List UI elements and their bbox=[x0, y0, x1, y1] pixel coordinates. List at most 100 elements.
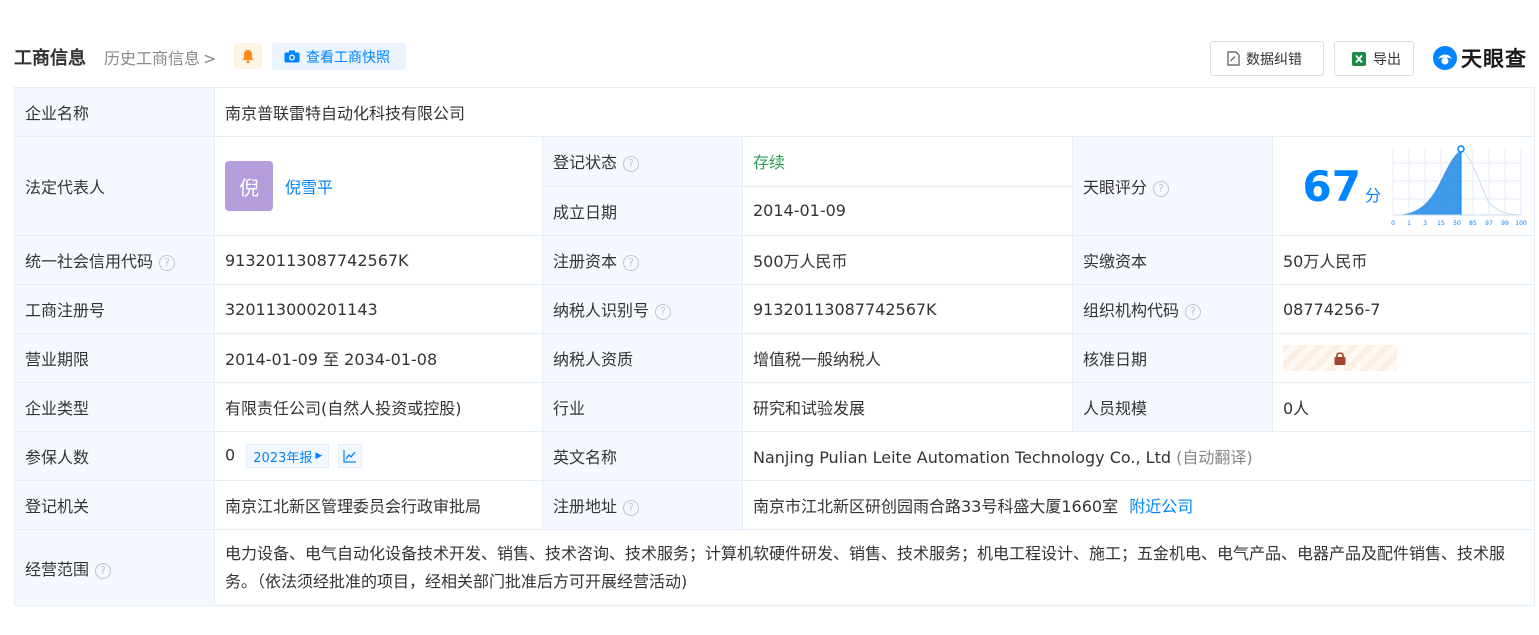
label-approval-date: 核准日期 bbox=[1072, 333, 1273, 383]
chevron-right-icon: > bbox=[203, 49, 217, 68]
label-company-type: 企业类型 bbox=[14, 382, 215, 432]
label-taxpayer-qual: 纳税人资质 bbox=[542, 333, 743, 383]
score-unit: 分 bbox=[1364, 185, 1381, 205]
value-found-date: 2014-01-09 bbox=[742, 185, 1073, 236]
excel-icon bbox=[1352, 51, 1366, 66]
auto-translate-note: (自动翻译) bbox=[1176, 448, 1253, 467]
help-icon[interactable]: ? bbox=[623, 255, 640, 271]
label-legal-rep: 法定代表人 bbox=[14, 136, 215, 236]
lock-icon bbox=[1334, 351, 1346, 365]
history-label: 历史工商信息 bbox=[104, 49, 201, 68]
label-credit-code: 统一社会信用代码? bbox=[14, 235, 215, 285]
export-button[interactable]: 导出 bbox=[1334, 41, 1414, 76]
table-row: 参保人数 0 2023年报 ▶ 英文名称 Nanjing Pulian Leite… bbox=[14, 431, 1535, 481]
help-icon[interactable]: ? bbox=[1153, 181, 1170, 197]
help-icon[interactable]: ? bbox=[623, 156, 640, 173]
tianyancha-logo-icon bbox=[1433, 46, 1457, 70]
nearby-companies-link[interactable]: 附近公司 bbox=[1129, 497, 1193, 516]
label-company-name: 企业名称 bbox=[14, 87, 215, 137]
reg-address-label-text: 注册地址 bbox=[553, 497, 618, 516]
avatar: 倪 bbox=[225, 161, 273, 211]
table-row: 经营范围? 电力设备、电气自动化设备技术开发、销售、技术咨询、技术服务；计算机软… bbox=[14, 529, 1535, 606]
score-number: 67 bbox=[1302, 161, 1361, 211]
help-icon[interactable]: ? bbox=[159, 255, 176, 271]
legal-rep-name-link[interactable]: 倪雪平 bbox=[285, 174, 333, 198]
value-approval-date bbox=[1272, 333, 1535, 383]
tick-label: 0 bbox=[1391, 220, 1395, 227]
value-insured: 0 bbox=[225, 445, 236, 465]
value-taxpayer-qual: 增值税一般纳税人 bbox=[742, 333, 1073, 383]
tick-label: 50 bbox=[1453, 220, 1461, 227]
locked-value[interactable] bbox=[1283, 345, 1397, 371]
table-row: 企业名称 南京普联雷特自动化科技有限公司 bbox=[14, 87, 1535, 137]
annual-report-label: 2023年报 bbox=[253, 450, 313, 466]
english-name-cell: Nanjing Pulian Leite Automation Technolo… bbox=[742, 431, 1535, 481]
data-fix-button[interactable]: 数据纠错 bbox=[1210, 41, 1324, 76]
value-credit-code: 91320113087742567K bbox=[214, 235, 543, 285]
value-org-code: 08774256-7 bbox=[1272, 284, 1535, 334]
value-reg-authority: 南京江北新区管理委员会行政审批局 bbox=[214, 480, 543, 530]
label-org-code: 组织机构代码? bbox=[1072, 284, 1273, 334]
trend-chart-button[interactable] bbox=[338, 444, 363, 468]
value-reg-no: 320113000201143 bbox=[214, 284, 543, 334]
label-reg-authority: 登记机关 bbox=[14, 480, 215, 530]
caret-right-icon: ▶ bbox=[315, 451, 323, 461]
help-icon[interactable]: ? bbox=[1185, 304, 1202, 320]
brand-name: 天眼查 bbox=[1461, 47, 1527, 71]
table-row: 工商注册号 320113000201143 纳税人识别号? 9132011308… bbox=[14, 284, 1535, 334]
bell-icon[interactable] bbox=[234, 43, 262, 69]
tick-label: 15 bbox=[1437, 220, 1445, 227]
brand-logo: 天眼查 bbox=[1432, 43, 1527, 73]
value-reg-capital: 500万人民币 bbox=[742, 235, 1073, 285]
value-paid-capital: 50万人民币 bbox=[1272, 235, 1535, 285]
label-paid-capital: 实缴资本 bbox=[1072, 235, 1273, 285]
snapshot-button[interactable]: 查看工商快照 bbox=[272, 43, 406, 70]
edit-doc-icon bbox=[1227, 51, 1240, 66]
label-industry: 行业 bbox=[542, 382, 743, 432]
value-company-type: 有限责任公司(自然人投资或控股) bbox=[214, 382, 543, 432]
line-chart-icon bbox=[343, 450, 357, 463]
label-english-name: 英文名称 bbox=[542, 431, 743, 481]
value-taxpayer-id: 91320113087742567K bbox=[742, 284, 1073, 334]
tick-label: 1 bbox=[1407, 220, 1411, 227]
value-staff-size: 0人 bbox=[1272, 382, 1535, 432]
tianyan-score-cell[interactable]: 67 分 0 1 3 15 50 85 97 99 100 bbox=[1272, 136, 1535, 236]
value-biz-scope: 电力设备、电气自动化设备技术开发、销售、技术咨询、技术服务；计算机软硬件研发、销… bbox=[214, 529, 1535, 606]
credit-code-label-text: 统一社会信用代码 bbox=[25, 252, 154, 271]
export-label: 导出 bbox=[1373, 51, 1401, 68]
table-row: 营业期限 2014-01-09 至 2034-01-08 纳税人资质 增值税一般… bbox=[14, 333, 1535, 383]
label-reg-status: 登记状态? bbox=[542, 136, 743, 187]
org-code-label-text: 组织机构代码 bbox=[1083, 301, 1180, 320]
label-reg-capital: 注册资本? bbox=[542, 235, 743, 285]
label-staff-size: 人员规模 bbox=[1072, 382, 1273, 432]
label-insured: 参保人数 bbox=[14, 431, 215, 481]
value-english-name: Nanjing Pulian Leite Automation Technolo… bbox=[753, 448, 1172, 467]
value-reg-status: 存续 bbox=[742, 136, 1073, 187]
section-header: 工商信息 历史工商信息 > 查看工商快照 数据纠错 导出 天眼查 bbox=[14, 40, 1534, 76]
label-biz-term: 营业期限 bbox=[14, 333, 215, 383]
table-row: 统一社会信用代码? 91320113087742567K 注册资本? 500万人… bbox=[14, 235, 1535, 285]
section-title: 工商信息 bbox=[14, 48, 86, 69]
insured-cell: 0 2023年报 ▶ bbox=[214, 431, 543, 481]
tick-label: 3 bbox=[1423, 220, 1427, 227]
help-icon[interactable]: ? bbox=[623, 500, 640, 516]
history-link[interactable]: 历史工商信息 > bbox=[104, 45, 216, 69]
legal-rep-cell: 倪倪雪平 bbox=[214, 136, 543, 236]
label-found-date: 成立日期 bbox=[542, 185, 743, 236]
value-biz-term: 2014-01-09 至 2034-01-08 bbox=[214, 333, 543, 383]
annual-report-button[interactable]: 2023年报 ▶ bbox=[246, 444, 330, 468]
help-icon[interactable]: ? bbox=[655, 304, 672, 320]
table-row: 登记机关 南京江北新区管理委员会行政审批局 注册地址? 南京市江北新区研创园雨合… bbox=[14, 480, 1535, 530]
biz-scope-label-text: 经营范围 bbox=[25, 559, 90, 579]
label-biz-scope: 经营范围? bbox=[14, 529, 215, 606]
help-icon[interactable]: ? bbox=[95, 562, 112, 579]
tianyan-score-label-text: 天眼评分 bbox=[1083, 178, 1148, 197]
reg-capital-label-text: 注册资本 bbox=[553, 252, 618, 271]
reg-status-label-text: 登记状态 bbox=[553, 153, 618, 173]
tick-label: 100 bbox=[1515, 220, 1527, 227]
tick-label: 97 bbox=[1485, 220, 1493, 227]
table-row: 法定代表人 倪倪雪平 登记状态? 存续 天眼评分? 67 分 0 1 3 15 … bbox=[14, 136, 1535, 236]
score-distribution-chart: 0 1 3 15 50 85 97 99 100 bbox=[1391, 145, 1527, 227]
value-reg-address: 南京市江北新区研创园雨合路33号科盛大厦1660室 bbox=[753, 497, 1119, 516]
label-reg-no: 工商注册号 bbox=[14, 284, 215, 334]
